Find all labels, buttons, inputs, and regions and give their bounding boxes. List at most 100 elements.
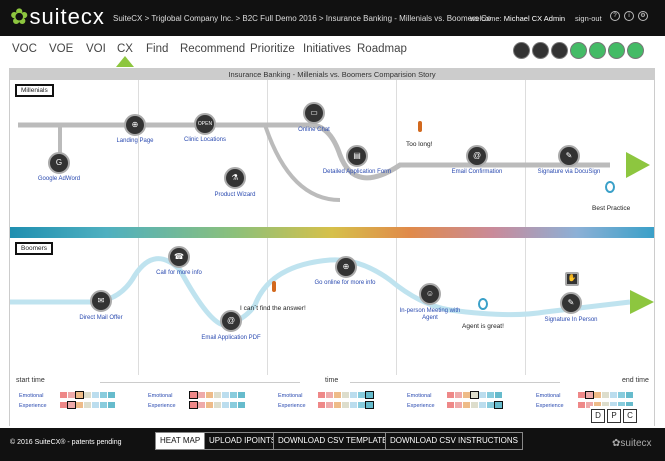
row-label-experience: Experience: [148, 403, 176, 409]
upload-ipoints-button[interactable]: UPLOAD IPOINTS: [204, 432, 282, 450]
application-form-node[interactable]: ▤: [346, 145, 368, 167]
tab-voi[interactable]: VOI: [86, 43, 106, 55]
tools-icon[interactable]: [551, 42, 568, 59]
step-label: Signature via DocuSign: [537, 169, 601, 175]
direct-mail-node[interactable]: ✉: [90, 290, 112, 312]
signature-person-node[interactable]: ✎: [560, 292, 582, 314]
note-agent-great: Agent is great!: [462, 323, 504, 330]
row-label-emotional: Emotional: [148, 393, 173, 399]
step-label: Signature In Person: [544, 317, 598, 323]
step-label: Google AdWord: [37, 176, 81, 182]
docusign-node[interactable]: ✎: [558, 145, 580, 167]
journey-panel: Insurance Banking - Millenials vs. Boome…: [9, 68, 655, 426]
tab-find[interactable]: Find: [146, 43, 168, 55]
note-too-long: Too long!: [406, 141, 433, 148]
hand-icon: ✋: [565, 272, 579, 286]
email-pdf-node[interactable]: @: [220, 310, 242, 332]
go-online-node[interactable]: ⊕: [335, 256, 357, 278]
boomers-end-arrow: [630, 290, 654, 314]
tab-initiatives[interactable]: Initiatives: [303, 43, 351, 55]
emotion-cells[interactable]: [578, 391, 634, 399]
tab-cx[interactable]: CX: [117, 43, 133, 55]
view-d-button[interactable]: D: [591, 409, 605, 423]
experience-cells[interactable]: [60, 401, 116, 409]
end-time-label: end time: [622, 377, 649, 384]
row-label-emotional: Emotional: [536, 393, 561, 399]
row-label-emotional: Emotional: [278, 393, 303, 399]
view-c-button[interactable]: C: [623, 409, 637, 423]
row-label-emotional: Emotional: [19, 393, 44, 399]
view-p-button[interactable]: P: [607, 409, 621, 423]
step-label: Clinic Locations: [183, 137, 227, 143]
step-label: Go online for more info: [314, 280, 376, 286]
step-label: Direct Mail Offer: [79, 315, 123, 321]
email-confirmation-node[interactable]: @: [466, 145, 488, 167]
best-practice-badge-icon: [605, 181, 615, 193]
row-label-emotional: Emotional: [407, 393, 432, 399]
logo-ring-icon: ✿: [10, 4, 30, 29]
footer-logo: ✿suitecx: [612, 438, 652, 449]
note-cant-find: I can`t find the answer!: [240, 305, 306, 312]
download-csv-instructions-button[interactable]: DOWNLOAD CSV INSTRUCTIONS: [385, 432, 524, 450]
grid-icon[interactable]: [589, 42, 606, 59]
segment-label-boomers: Boomers: [15, 242, 54, 255]
agent-meeting-node[interactable]: ☺: [419, 283, 441, 305]
active-tab-indicator: [116, 56, 134, 67]
sign-out-link[interactable]: sign-out: [575, 14, 602, 23]
step-label: Detailed Application Form: [322, 169, 392, 175]
emotion-experience-strip: start time time end time Emotional Exper…: [10, 375, 654, 426]
logo-text: suitecx: [29, 4, 105, 29]
tab-roadmap[interactable]: Roadmap: [357, 43, 407, 55]
suitecx-logo[interactable]: ✿suitecx: [10, 4, 105, 30]
clinic-locations-node[interactable]: OPEN: [194, 113, 216, 135]
help-icon[interactable]: ?: [610, 11, 620, 21]
view-toggle: DPC: [590, 406, 650, 426]
segment-label-millenials: Millenials: [15, 84, 54, 97]
google-adword-node[interactable]: G: [48, 152, 70, 174]
print-icon[interactable]: [570, 42, 587, 59]
segment-divider: [10, 227, 654, 238]
step-label: Landing Page: [116, 138, 154, 144]
toolbar-icons: [513, 42, 646, 61]
online-chat-node[interactable]: ▭: [303, 102, 325, 124]
download-csv-template-button[interactable]: DOWNLOAD CSV TEMPLATE: [273, 432, 393, 450]
emotion-cells[interactable]: [318, 391, 374, 399]
tab-voe[interactable]: VOE: [49, 43, 73, 55]
heat-map-button[interactable]: HEAT MAP: [155, 432, 206, 450]
export-icon[interactable]: [627, 42, 644, 59]
call-info-node[interactable]: ☎: [168, 246, 190, 268]
product-wizard-node[interactable]: ⚗: [224, 167, 246, 189]
pin-icon[interactable]: [513, 42, 530, 59]
experience-cells[interactable]: [318, 401, 374, 409]
emotion-cells[interactable]: [447, 391, 503, 399]
thermometer-icon: [418, 121, 422, 132]
presentation-icon[interactable]: [532, 42, 549, 59]
footer: © 2016 SuiteCX® - patents pending HEAT M…: [0, 428, 665, 461]
time-label: time: [325, 377, 339, 384]
step-label: Email Confirmation: [451, 169, 503, 175]
experience-cells[interactable]: [189, 401, 246, 409]
main-nav: VOC VOE VOI CX Find Recommend Prioritize…: [0, 36, 665, 67]
row-label-experience: Experience: [536, 403, 564, 409]
info-icon[interactable]: i: [624, 11, 634, 21]
emotion-cells[interactable]: [60, 391, 116, 399]
welcome-prefix: welcome:: [470, 14, 502, 23]
welcome-text: welcome: Michael CX Admin: [470, 14, 565, 23]
copyright: © 2016 SuiteCX® - patents pending: [10, 439, 122, 446]
top-bar: ✿suitecx SuiteCX > Triglobal Company Inc…: [0, 0, 665, 36]
breadcrumb[interactable]: SuiteCX > Triglobal Company Inc. > B2C F…: [113, 14, 491, 23]
row-label-experience: Experience: [19, 403, 47, 409]
time-line: [350, 382, 560, 383]
tab-prioritize[interactable]: Prioritize: [250, 43, 295, 55]
settings-icon[interactable]: ⚙: [638, 11, 648, 21]
tab-recommend[interactable]: Recommend: [180, 43, 245, 55]
step-label: Email Application PDF: [201, 335, 261, 341]
note-best-practice: Best Practice: [592, 205, 631, 212]
experience-cells[interactable]: [447, 401, 503, 409]
landing-page-node[interactable]: ⊕: [124, 114, 146, 136]
share-icon[interactable]: [608, 42, 625, 59]
time-line: [100, 382, 300, 383]
emotion-cells[interactable]: [189, 391, 246, 399]
row-label-experience: Experience: [278, 403, 306, 409]
tab-voc[interactable]: VOC: [12, 43, 37, 55]
